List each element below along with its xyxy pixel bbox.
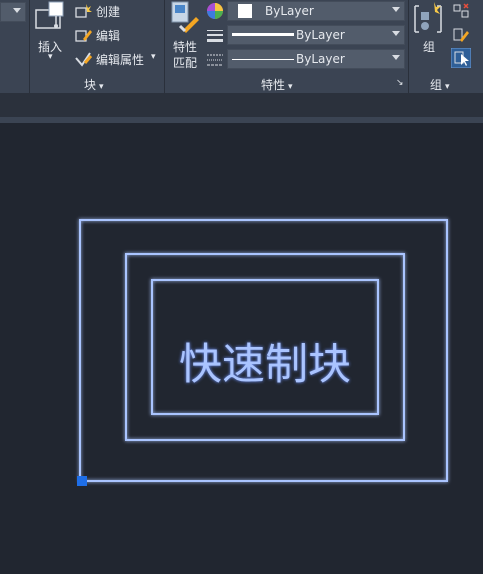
edit-attributes-icon xyxy=(75,52,92,67)
ungroup-icon[interactable] xyxy=(452,2,470,20)
edit-label: 编辑 xyxy=(96,29,121,43)
edit-attributes-caret[interactable]: ▾ xyxy=(151,52,156,62)
insert-button[interactable]: 插入 ▾ xyxy=(33,0,69,72)
edit-attributes-button[interactable]: 编辑属性 ▾ xyxy=(74,50,162,68)
linetype-value: ByLayer xyxy=(296,52,345,66)
linetype-sample xyxy=(232,59,294,60)
lineweight-sample xyxy=(232,33,294,36)
create-block-button[interactable]: 创建 xyxy=(74,2,154,20)
block-group-title[interactable]: 块 ▾ xyxy=(84,76,104,93)
left-partial-dropdown[interactable] xyxy=(0,2,26,22)
lineweight-value: ByLayer xyxy=(296,28,345,42)
lineweight-dropdown[interactable]: ByLayer xyxy=(227,25,405,45)
match-properties-button[interactable]: 特性 匹配 xyxy=(168,0,202,72)
group-icon xyxy=(414,2,442,33)
insert-block-icon xyxy=(35,1,64,29)
properties-group-title[interactable]: 特性 ▾ xyxy=(261,76,293,93)
group-group-title[interactable]: 组 ▾ xyxy=(430,76,450,93)
ribbon-panel: 插入 ▾ 创建 编辑 编辑属性 ▾ 块 ▾ 特性 匹配 ByLayer ByLa… xyxy=(0,0,483,93)
color-dropdown[interactable]: ByLayer xyxy=(227,1,405,21)
properties-dialog-launcher-icon[interactable]: ↘ xyxy=(396,78,404,88)
drawing-canvas[interactable]: 快速制块 xyxy=(0,123,483,570)
create-block-icon xyxy=(75,4,92,18)
match-properties-icon xyxy=(171,1,199,33)
insert-dropdown-caret[interactable]: ▾ xyxy=(48,52,53,62)
edit-block-button[interactable]: 编辑 xyxy=(74,26,154,44)
color-swatch xyxy=(238,4,252,18)
group-edit-icon[interactable] xyxy=(452,26,470,44)
group-select-toggle-icon[interactable] xyxy=(451,48,471,68)
selection-grip[interactable] xyxy=(77,476,87,486)
edit-block-icon xyxy=(75,30,92,42)
color-wheel-icon xyxy=(207,3,223,19)
match-properties-label-1: 特性 xyxy=(173,40,198,54)
group-label: 组 xyxy=(423,40,436,54)
create-label: 创建 xyxy=(96,5,121,19)
lineweight-icon xyxy=(207,30,223,42)
linetype-dropdown[interactable]: ByLayer xyxy=(227,49,405,69)
group-button[interactable]: 组 xyxy=(411,0,447,72)
drawing-text[interactable]: 快速制块 xyxy=(152,330,378,392)
ribbon-bottom-strip xyxy=(0,93,483,117)
linetype-icon xyxy=(207,54,223,66)
edit-attributes-label: 编辑属性 xyxy=(96,53,145,67)
color-value: ByLayer xyxy=(265,4,314,18)
match-properties-label-2: 匹配 xyxy=(173,56,198,70)
